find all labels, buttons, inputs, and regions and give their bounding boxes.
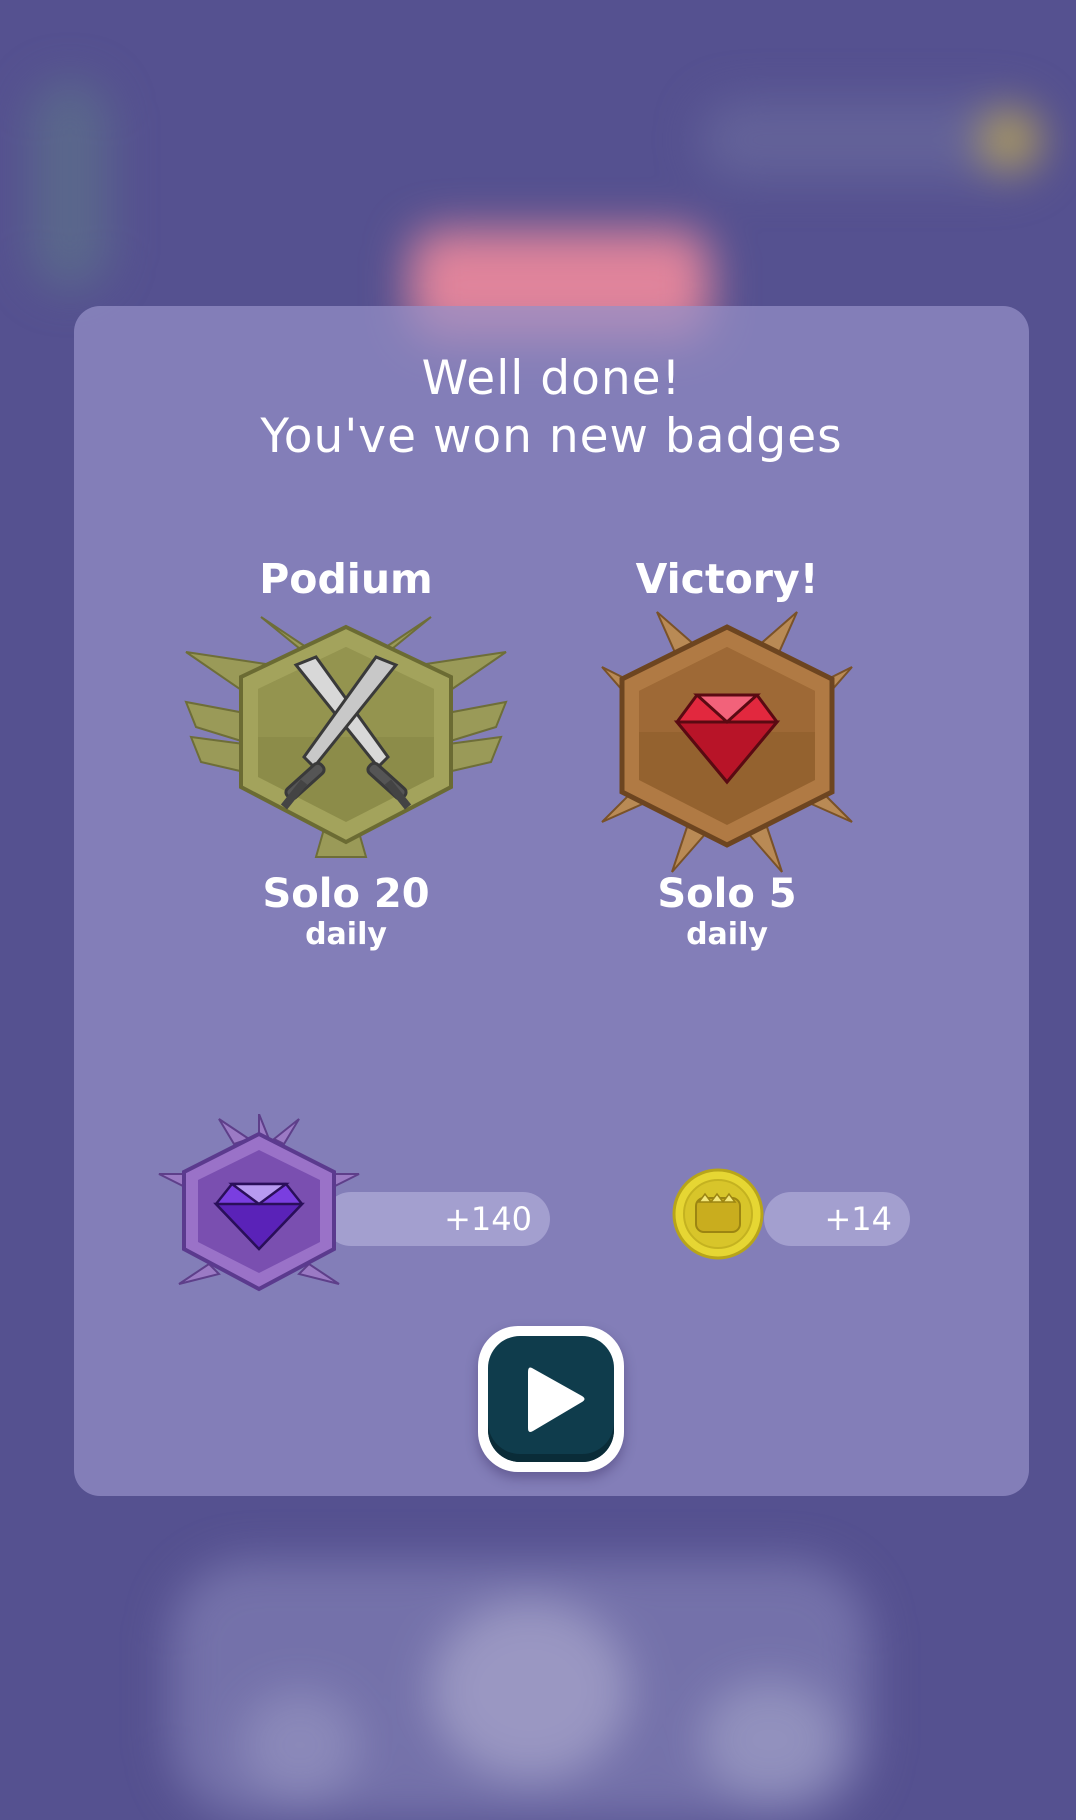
badges-won-modal: Well done! You've won new badges Podium: [74, 306, 1029, 1496]
badge-name: Victory!: [635, 555, 819, 603]
bg-shape: [980, 110, 1040, 170]
badge-subtitle: Solo 20: [262, 871, 430, 917]
badge-name: Podium: [259, 555, 433, 603]
bg-shape: [700, 1680, 840, 1800]
badge-period: daily: [305, 917, 387, 952]
play-button-face: [488, 1336, 614, 1462]
title-line-1: Well done!: [421, 351, 682, 406]
purple-gem-badge-icon: [154, 1113, 364, 1304]
badge-period: daily: [686, 917, 768, 952]
badge-subtitle: Solo 5: [657, 871, 797, 917]
badge-podium: Podium Solo 20 daily: [166, 551, 526, 953]
title-line-2: You've won new badges: [260, 409, 843, 464]
bg-shape: [430, 1600, 630, 1780]
bg-shape: [30, 80, 110, 290]
badge-victory: Victory! Solo 5 daily: [547, 551, 907, 953]
red-gem-icon: [547, 607, 907, 877]
coins-reward-amount: +14: [764, 1192, 910, 1246]
crossed-swords-icon: [166, 607, 526, 877]
modal-title: Well done! You've won new badges: [74, 350, 1029, 466]
play-button[interactable]: [478, 1326, 624, 1472]
play-icon: [528, 1367, 585, 1432]
gold-coin-icon: [672, 1168, 764, 1260]
bg-shape: [240, 1690, 360, 1800]
